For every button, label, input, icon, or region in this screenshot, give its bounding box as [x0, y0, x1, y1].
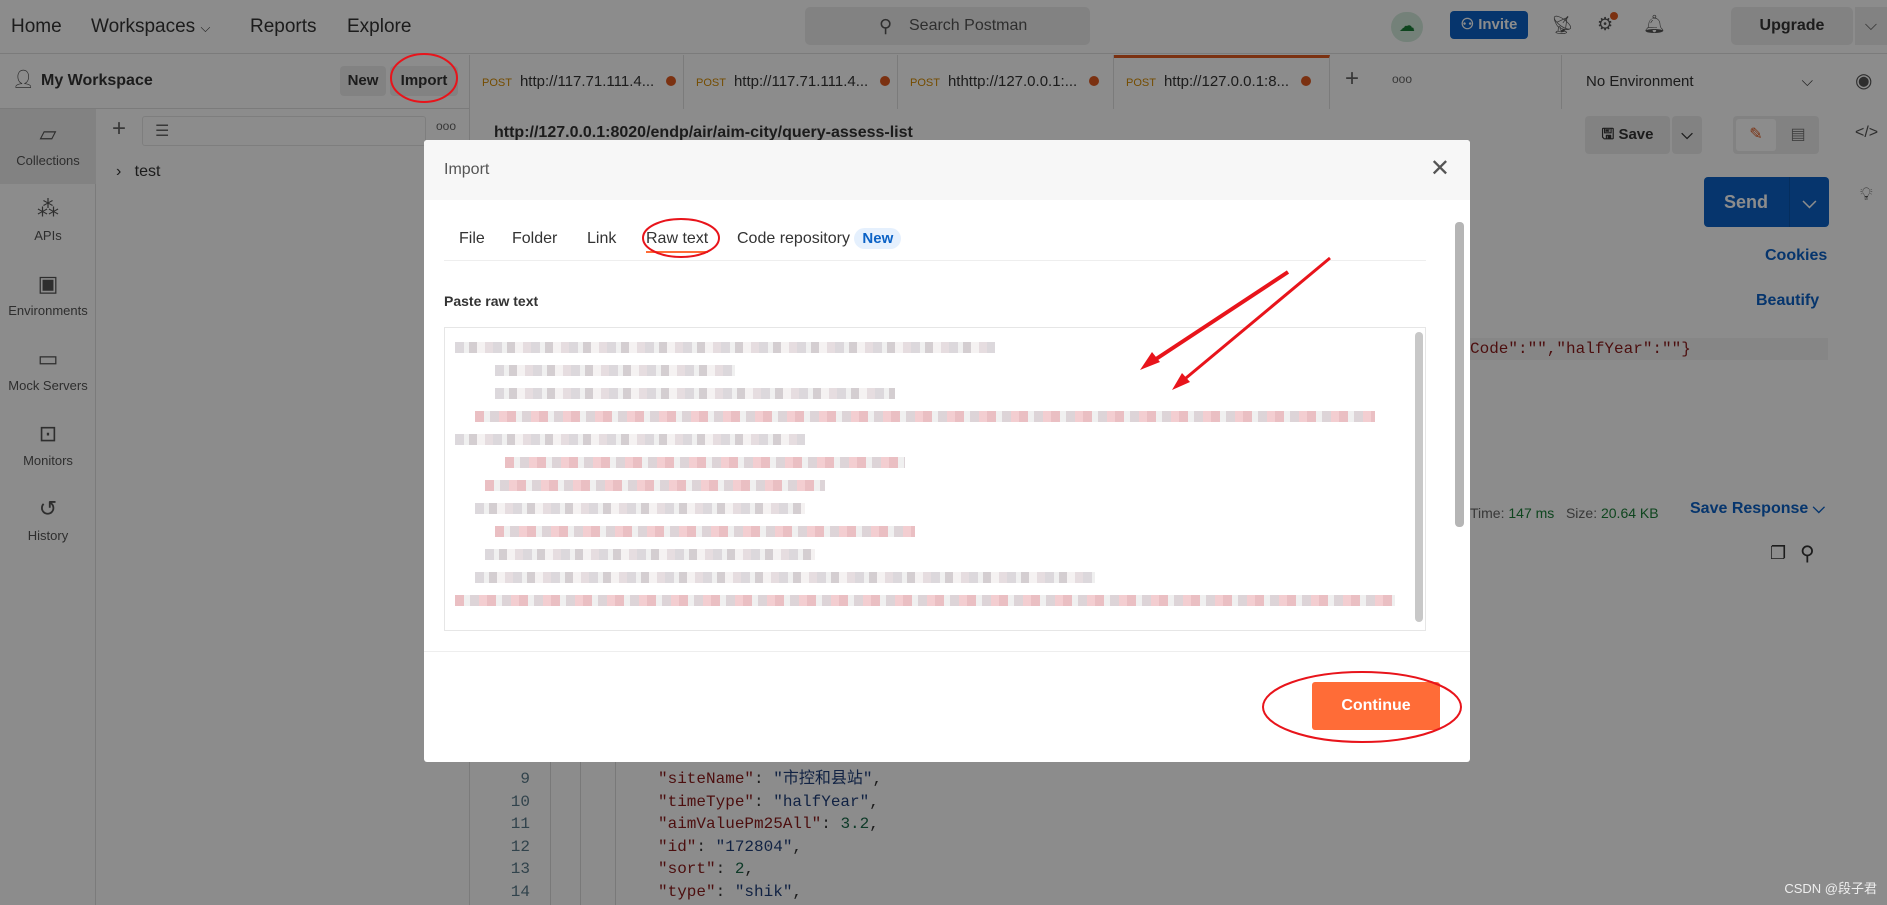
- annotation-arrow: [1179, 256, 1331, 385]
- annotation-circle-continue: [1262, 671, 1462, 743]
- annotation-circle-import: [390, 53, 458, 103]
- watermark: CSDN @段子君: [1784, 881, 1877, 896]
- annotation-layer: [390, 53, 1462, 743]
- annotation-circle-raw-text: [642, 218, 720, 258]
